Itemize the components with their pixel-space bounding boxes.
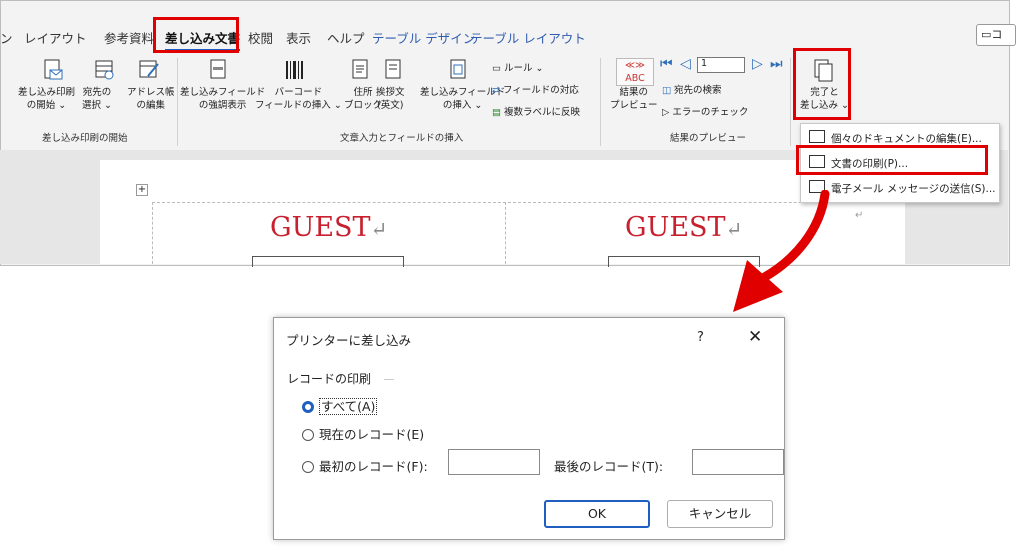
group-start-label: 差し込み印刷の開始 (42, 133, 128, 144)
greeting-line-button[interactable]: 挨拶文 (英文) (376, 86, 405, 112)
from-record-field[interactable] (448, 449, 540, 475)
update-labels-icon: ▤ (492, 107, 504, 118)
radio-unselected-icon (302, 429, 314, 441)
highlight-fields-icon (210, 59, 226, 79)
barcode-icon (286, 61, 303, 79)
table-cell-box (252, 256, 404, 267)
table-gridline (152, 202, 153, 264)
update-labels-button[interactable]: ▤ 複数ラベルに反映 (492, 104, 580, 118)
match-fields-icon: ⇄ (492, 85, 503, 96)
start-merge-icon (44, 59, 63, 80)
edit-individual-documents-item[interactable]: 個々のドキュメントの編集(E)... (809, 130, 982, 146)
guest-field-left: GUEST↵ (270, 212, 388, 243)
next-record-icon[interactable]: ▷ (752, 56, 763, 72)
start-merge-button[interactable]: 差し込み印刷 の開始 ⌄ (18, 86, 75, 112)
to-record-field[interactable] (692, 449, 784, 475)
radio-unselected-icon (302, 461, 314, 473)
print-records-group: レコードの印刷 すべて(A) 現在のレコード(E) 最初のレコード(F): 最後… (284, 370, 784, 490)
help-button[interactable]: ? (697, 330, 704, 345)
red-arrow-icon (733, 190, 830, 312)
select-recipients-icon (95, 60, 114, 80)
group-separator (177, 58, 178, 146)
edit-list-icon (139, 60, 159, 78)
tab-table-layout[interactable]: テーブル レイアウト (470, 28, 586, 47)
radio-all[interactable]: すべて(A) (302, 396, 378, 415)
find-recipient-button[interactable]: ◫ 宛先の検索 (662, 82, 722, 96)
highlight-finish-merge (793, 48, 851, 120)
rules-button[interactable]: ▭ ルール ⌄ (492, 60, 543, 74)
radio-current-record[interactable]: 現在のレコード(E) (302, 424, 424, 443)
address-block-icon (352, 59, 368, 79)
tab-view[interactable]: 表示 (286, 28, 311, 47)
select-recipients-button[interactable]: 宛先の 選択 ⌄ (82, 86, 112, 112)
edit-list-button[interactable]: アドレス帳 の編集 (127, 86, 175, 112)
table-gridline (505, 202, 506, 264)
highlight-fields-button[interactable]: 差し込みフィールド の強調表示 (180, 86, 265, 112)
cancel-button[interactable]: キャンセル (667, 500, 773, 528)
group-border (384, 379, 394, 380)
first-record-icon[interactable]: ⏮ (660, 56, 673, 72)
group-preview-label: 結果のプレビュー (670, 133, 747, 144)
insert-merge-field-icon (450, 59, 466, 79)
rules-icon: ▭ (492, 63, 504, 74)
previous-record-icon[interactable]: ◁ (680, 56, 691, 72)
tab-layout[interactable]: レイアウト (24, 28, 87, 47)
edit-documents-icon (809, 130, 825, 143)
radio-selected-icon (302, 401, 314, 413)
barcode-button[interactable]: バーコード フィールドの挿入 ⌄ (255, 86, 342, 112)
preview-results-button[interactable]: 結果の プレビュー (610, 86, 658, 112)
dialog-title: プリンターに差し込み (286, 333, 412, 348)
record-number-input[interactable]: 1 (697, 57, 745, 73)
group-separator (790, 58, 791, 146)
table-move-handle-icon[interactable]: + (136, 184, 148, 196)
close-icon[interactable]: ✕ (748, 327, 762, 347)
tab-review[interactable]: 校閲 (248, 28, 273, 47)
cell-end-mark: ↵ (855, 210, 864, 221)
highlight-print-documents (796, 145, 988, 175)
group-separator (600, 58, 601, 146)
preview-abc-icon: ≪≫ ABC (616, 58, 654, 86)
highlight-mailings-tab (153, 17, 239, 53)
greeting-line-icon (385, 59, 401, 79)
check-errors-button[interactable]: ▷ エラーのチェック (662, 104, 748, 118)
ok-button[interactable]: OK (544, 500, 650, 528)
to-record-label: 最後のレコード(T): (554, 459, 664, 474)
radio-from-record[interactable]: 最初のレコード(F): (302, 456, 428, 475)
group-write-insert-label: 文章入力とフィールドの挿入 (340, 133, 464, 144)
print-records-label: レコードの印刷 (287, 370, 378, 387)
check-errors-icon: ▷ (662, 107, 673, 118)
word-ribbon-screenshot: ン レイアウト 参考資料 差し込み文書 校閲 表示 ヘルプ テーブル デザイン … (0, 0, 1016, 267)
comment-button[interactable]: ▭コ (976, 24, 1016, 46)
tab-table-design[interactable]: テーブル デザイン (372, 28, 475, 47)
tab-references[interactable]: 参考資料 (104, 28, 154, 47)
tab-insert-partial[interactable]: ン (0, 28, 13, 47)
last-record-icon[interactable]: ⏭ (770, 56, 783, 72)
match-fields-button[interactable]: ⇄ フィールドの対応 (492, 82, 579, 96)
comment-icon: ▭ (981, 28, 992, 41)
tab-help[interactable]: ヘルプ (327, 28, 365, 47)
find-recipient-icon: ◫ (662, 85, 674, 96)
print-merge-dialog: プリンターに差し込み ? ✕ レコードの印刷 すべて(A) 現在のレコード(E)… (273, 317, 785, 540)
